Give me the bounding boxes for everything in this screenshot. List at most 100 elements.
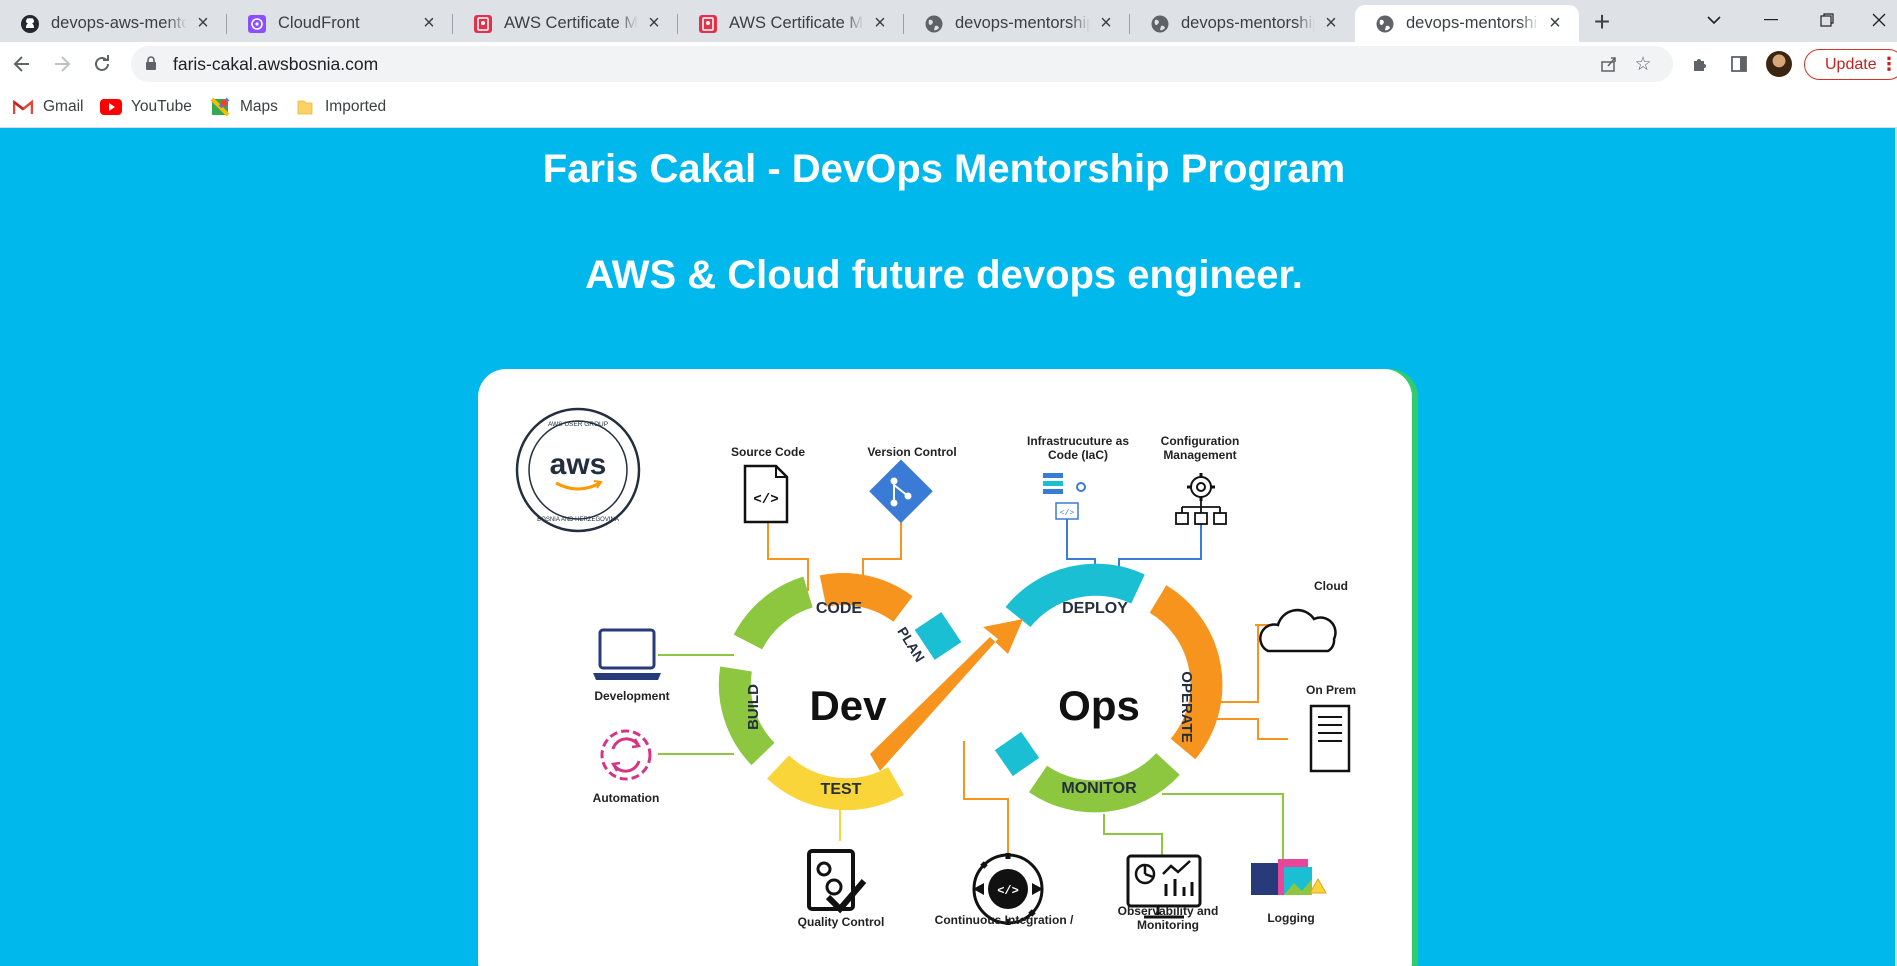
caption-ci: Continuous Integration / [935, 913, 1074, 927]
svg-text:</>: </> [753, 492, 778, 508]
cloud-icon [1259, 608, 1337, 653]
lock-icon[interactable] [145, 56, 157, 76]
caption-iac-line2: Code (IaC) [1048, 448, 1108, 462]
tab-title: devops-mentorship [1181, 14, 1315, 32]
automation-icon [600, 729, 652, 781]
aws-user-group-logo: aws AWS USER GROUP BOSNIA AND HERZEGOVIN… [515, 407, 641, 533]
caption-automation: Automation [593, 791, 660, 805]
laptop-icon [593, 628, 661, 680]
logo-aws-text: aws [550, 448, 607, 481]
address-bar[interactable]: faris-cakal.awsbosnia.com ☆ [131, 46, 1673, 82]
logo-ring-top: AWS USER GROUP [548, 421, 608, 428]
close-icon[interactable]: × [1096, 12, 1116, 34]
tab-title: devops-aws-mentorship-program [51, 14, 187, 32]
close-icon[interactable]: × [870, 12, 890, 34]
menu-kebab-icon[interactable]: ⋮ [1880, 54, 1897, 75]
page-subtitle: AWS & Cloud future devops engineer. [585, 253, 1303, 297]
tab-devops-active[interactable]: devops-mentorship × [1355, 5, 1579, 42]
tab-github[interactable]: devops-aws-mentorship-program × [0, 5, 227, 42]
caption-quality-control: Quality Control [798, 915, 885, 929]
bookmark-label: Imported [325, 98, 387, 115]
close-icon[interactable]: × [1545, 12, 1565, 34]
github-icon [20, 14, 40, 34]
close-icon[interactable]: × [644, 12, 664, 34]
window-close-icon[interactable] [1860, 4, 1897, 36]
iac-icon: </> [1043, 473, 1086, 520]
maps-icon [209, 97, 231, 117]
stage-test: TEST [821, 781, 862, 798]
reload-icon[interactable] [87, 49, 117, 79]
star-icon[interactable]: ☆ [1631, 52, 1655, 76]
bookmark-label: Gmail [43, 98, 84, 115]
caption-observability-line2: Monitoring [1137, 918, 1199, 932]
configuration-management-icon [1175, 473, 1227, 525]
server-icon [1309, 704, 1351, 773]
tab-acm-2[interactable]: AWS Certificate Manager × [678, 5, 904, 42]
devops-diagram-card: aws AWS USER GROUP BOSNIA AND HERZEGOVIN… [478, 369, 1412, 966]
globe-icon [1375, 14, 1395, 34]
profile-avatar[interactable] [1766, 51, 1792, 77]
page-content: Faris Cakal - DevOps Mentorship Program … [0, 128, 1895, 966]
bookmark-gmail[interactable]: Gmail [12, 95, 83, 119]
close-icon[interactable]: × [1321, 12, 1341, 34]
restore-icon[interactable] [1804, 4, 1850, 36]
svg-text:</>: </> [997, 884, 1019, 898]
tab-devops-2[interactable]: devops-mentorship × [1130, 5, 1355, 42]
caption-cloud: Cloud [1314, 579, 1348, 593]
stage-labels: CODE PLAN BUILD TEST RELEASE DEPLOY OPER… [745, 600, 1195, 798]
caption-iac-line1: Infrastrucuture as [1027, 434, 1129, 448]
aws-acm-icon [698, 14, 718, 34]
tab-strip: devops-aws-mentorship-program × CloudFro… [0, 0, 1897, 42]
logo-ring-bottom: BOSNIA AND HERZEGOVINA [537, 517, 619, 523]
caption-logging: Logging [1267, 911, 1314, 925]
bookmark-label: YouTube [131, 98, 192, 115]
url-text[interactable]: faris-cakal.awsbosnia.com [173, 54, 378, 75]
caption-version-control: Version Control [867, 445, 956, 459]
caption-source-code: Source Code [731, 445, 805, 459]
caption-observability-line1: Observability and [1118, 904, 1219, 918]
cloudfront-icon [247, 14, 267, 34]
center-ops: Ops [1058, 682, 1140, 729]
forward-icon[interactable] [47, 49, 77, 79]
svg-text:</>: </> [1060, 509, 1075, 518]
bookmark-youtube[interactable]: YouTube [100, 95, 192, 119]
close-icon[interactable]: × [193, 12, 213, 34]
source-code-icon: </> [743, 464, 789, 524]
tab-title: AWS Certificate Manager [729, 14, 864, 32]
logging-icon [1251, 859, 1327, 895]
back-icon[interactable] [7, 49, 37, 79]
minimize-icon[interactable] [1748, 4, 1794, 36]
share-icon[interactable] [1597, 52, 1621, 76]
quality-control-icon [807, 849, 867, 914]
youtube-icon [100, 98, 122, 116]
globe-icon [1150, 14, 1170, 34]
tab-title: AWS Certificate Manager [504, 14, 638, 32]
caption-config-line1: Configuration [1161, 434, 1240, 448]
tab-title: devops-mentorship [955, 14, 1090, 32]
side-panel-icon[interactable] [1726, 51, 1752, 77]
bookmark-maps[interactable]: Maps [209, 95, 278, 119]
bookmark-imported[interactable]: Imported [294, 95, 386, 119]
bookmark-label: Maps [240, 98, 278, 115]
tab-acm-1[interactable]: AWS Certificate Manager × [453, 5, 678, 42]
version-control-icon [869, 459, 933, 524]
folder-icon [294, 98, 316, 116]
bookmarks-bar: Gmail YouTube Maps Imported [0, 86, 1897, 128]
stage-operate: OPERATE [1178, 671, 1195, 742]
stage-build: BUILD [745, 684, 762, 730]
caption-config-line2: Management [1163, 448, 1236, 462]
caption-on-prem: On Prem [1306, 683, 1356, 697]
new-tab-button[interactable]: + [1589, 6, 1615, 37]
aws-acm-icon [473, 14, 493, 34]
tab-title: CloudFront [278, 14, 360, 32]
tab-devops-1[interactable]: devops-mentorship × [904, 5, 1130, 42]
stage-deploy: DEPLOY [1062, 600, 1128, 617]
extensions-icon[interactable] [1687, 51, 1713, 77]
caption-development: Development [594, 689, 669, 703]
gmail-icon [12, 98, 34, 116]
close-icon[interactable]: × [419, 12, 439, 34]
tab-title: devops-mentorship [1406, 14, 1539, 32]
tab-cloudfront[interactable]: CloudFront × [227, 5, 453, 42]
tab-search-icon[interactable] [1691, 4, 1737, 36]
stage-monitor: MONITOR [1061, 780, 1137, 797]
